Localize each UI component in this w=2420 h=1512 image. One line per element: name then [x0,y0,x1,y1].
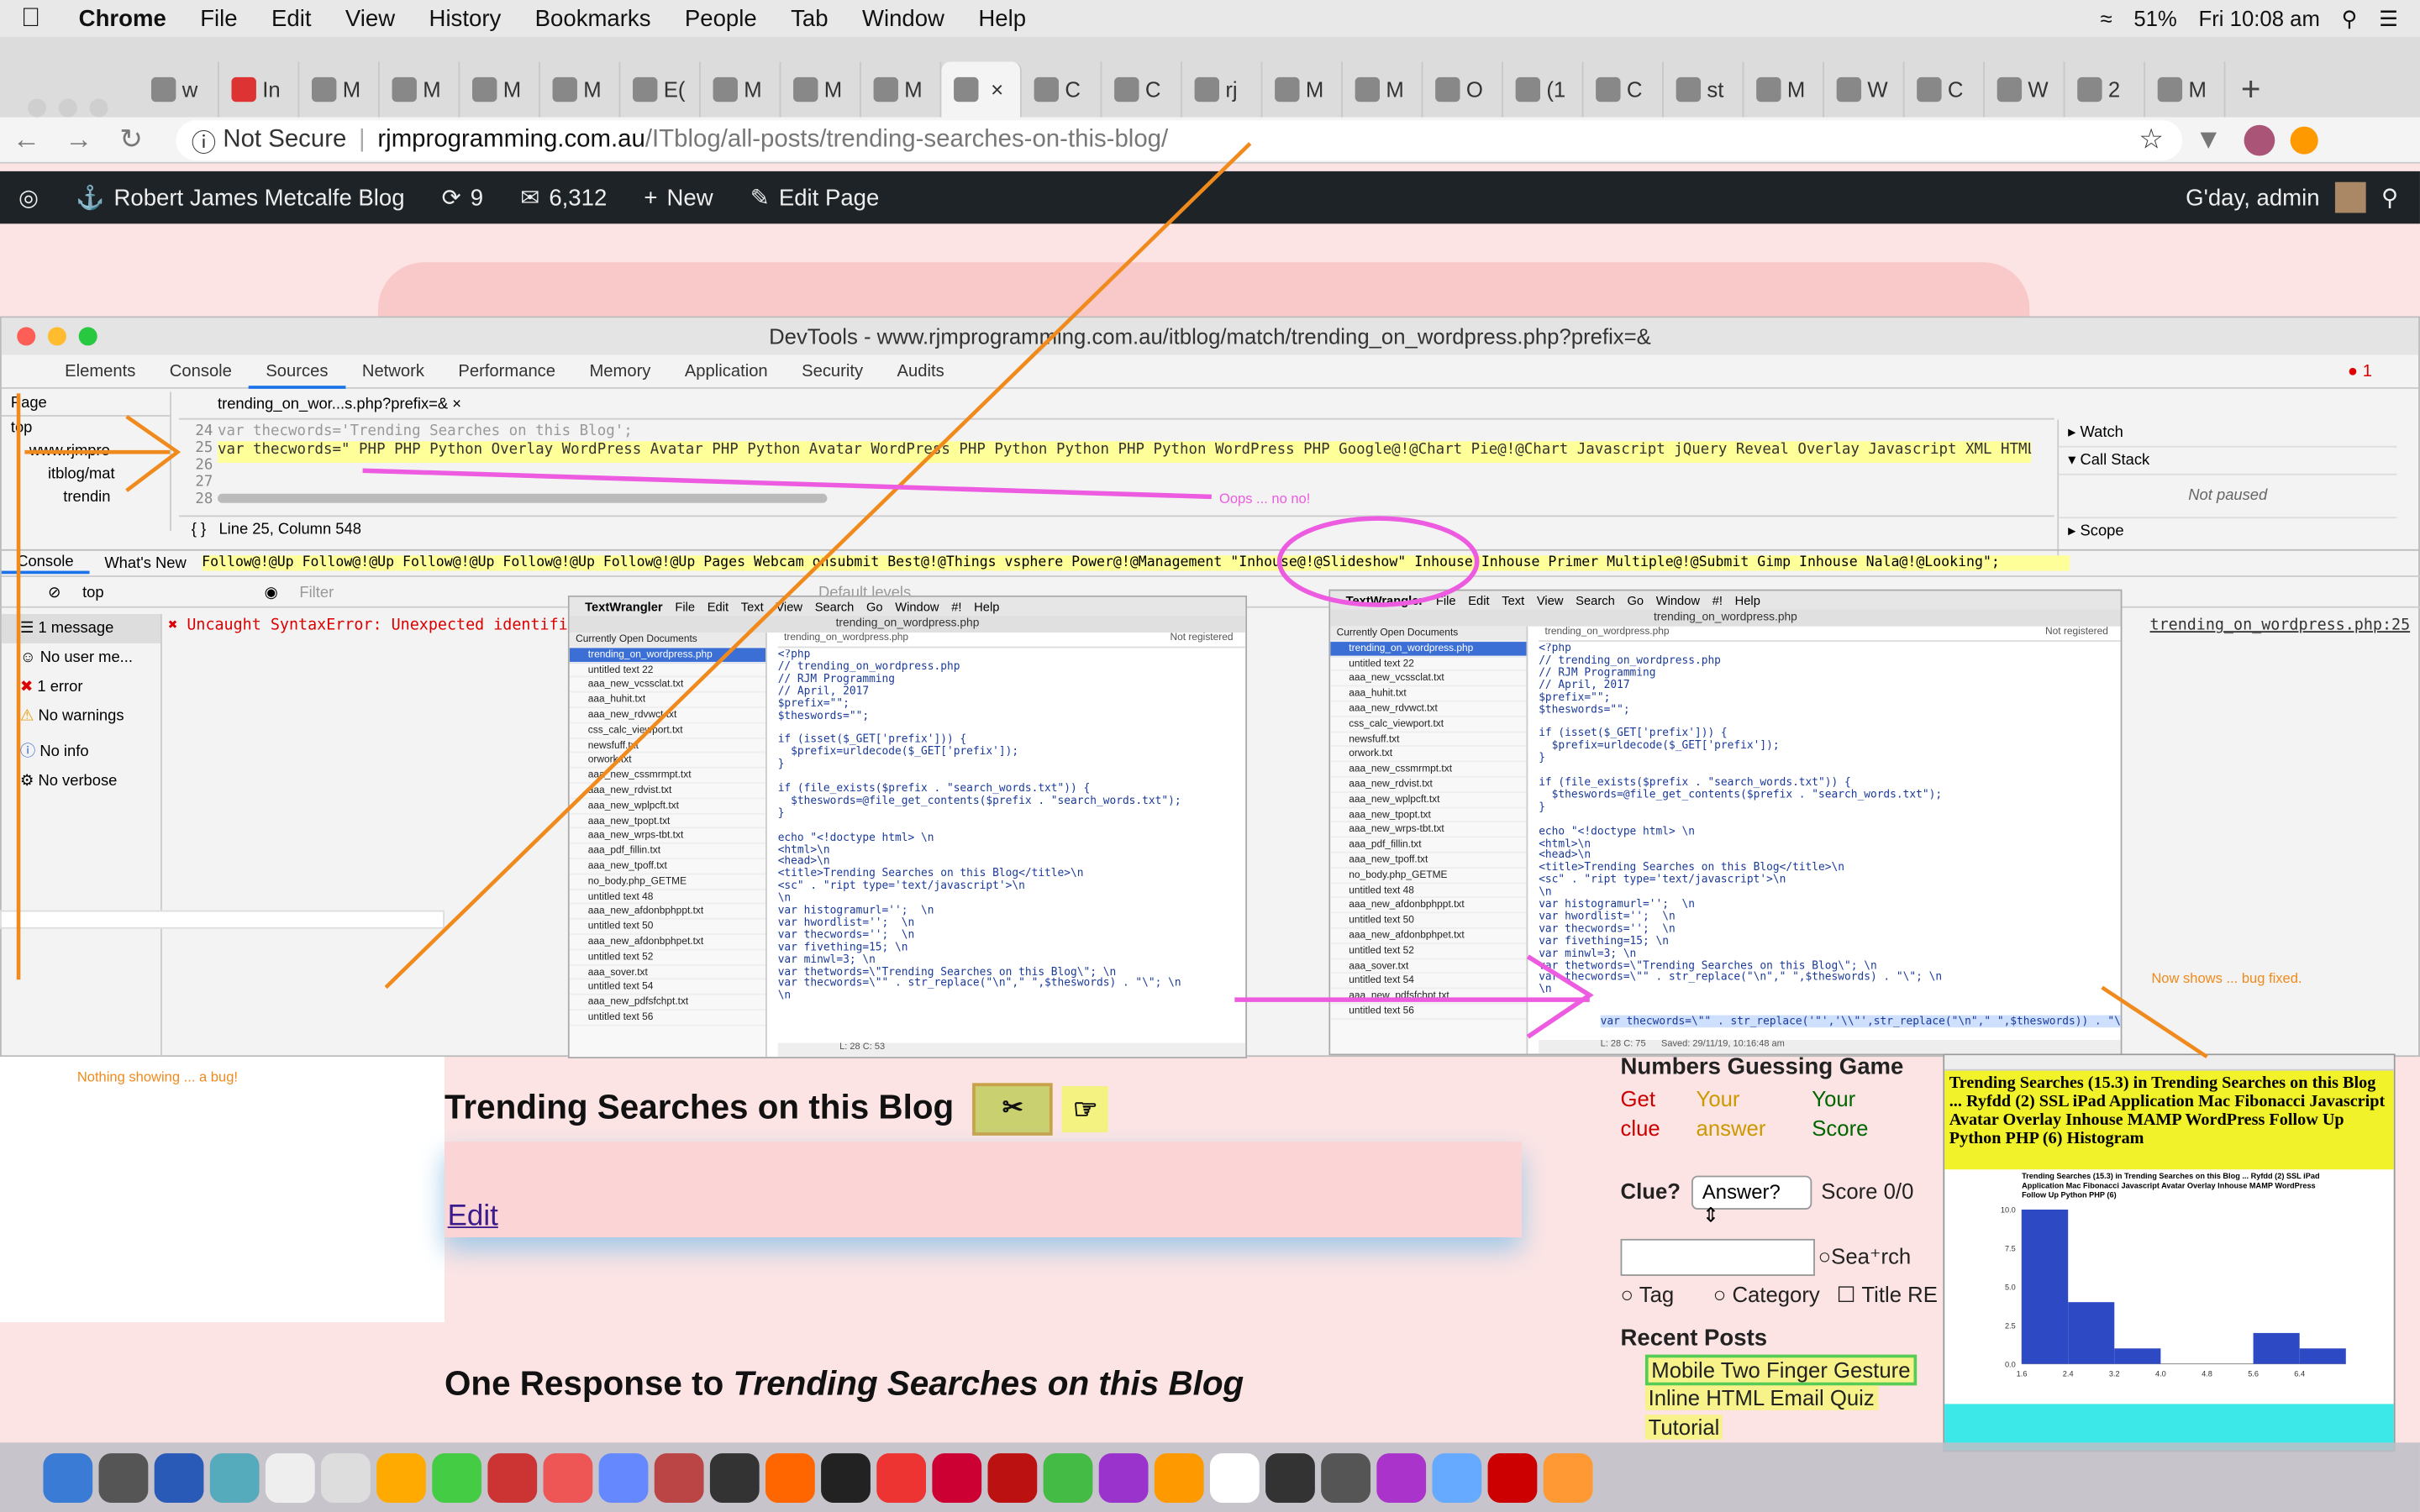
pink-arrow-oops [362,468,1212,500]
dock-app-icon[interactable] [1321,1452,1370,1503]
dock-app-icon[interactable] [209,1452,260,1503]
pink-circle [1276,516,1480,607]
orange-arrow-to-bug [384,142,1252,990]
dock-app-icon[interactable] [98,1452,149,1503]
dock-app-icon[interactable] [543,1452,593,1503]
annotation-overlay: Oops ... no no! [16,142,2208,1059]
screen:  Chrome File Edit View History Bookmark… [0,0,2420,1512]
dock-app-icon[interactable] [598,1452,649,1503]
dock-app-icon[interactable] [1487,1452,1538,1503]
dock-app-icon[interactable] [1543,1452,1593,1503]
dock-app-icon[interactable] [765,1452,815,1503]
oops-note: Oops ... no no! [1219,491,1310,507]
orange-arrow-to-fix [2101,985,2208,1059]
dock-app-icon[interactable] [1265,1452,1315,1503]
dock-app-icon[interactable] [321,1452,371,1503]
dock-app-icon[interactable] [876,1452,927,1503]
dock-app-icon[interactable] [1209,1452,1260,1503]
dock-app-icon[interactable] [265,1452,315,1503]
dock-app-icon[interactable] [432,1452,482,1503]
dock-app-icon[interactable] [821,1452,871,1503]
dock [0,1442,2420,1512]
dock-app-icon[interactable] [1432,1452,1482,1503]
dock-app-icon[interactable] [709,1452,760,1503]
dock-app-icon[interactable] [1098,1452,1149,1503]
dock-app-icon[interactable] [654,1452,704,1503]
pink-arrowhead [1526,954,1594,1039]
dock-app-icon[interactable] [1043,1452,1093,1503]
dock-app-icon[interactable] [932,1452,982,1503]
dock-app-icon[interactable] [1376,1452,1427,1503]
dock-app-icon[interactable] [376,1452,426,1503]
dock-app-icon[interactable] [1154,1452,1204,1503]
dock-app-icon[interactable] [43,1452,93,1503]
dock-app-icon[interactable] [987,1452,1038,1503]
dock-app-icon[interactable] [487,1452,538,1503]
dock-app-icon[interactable] [154,1452,204,1503]
